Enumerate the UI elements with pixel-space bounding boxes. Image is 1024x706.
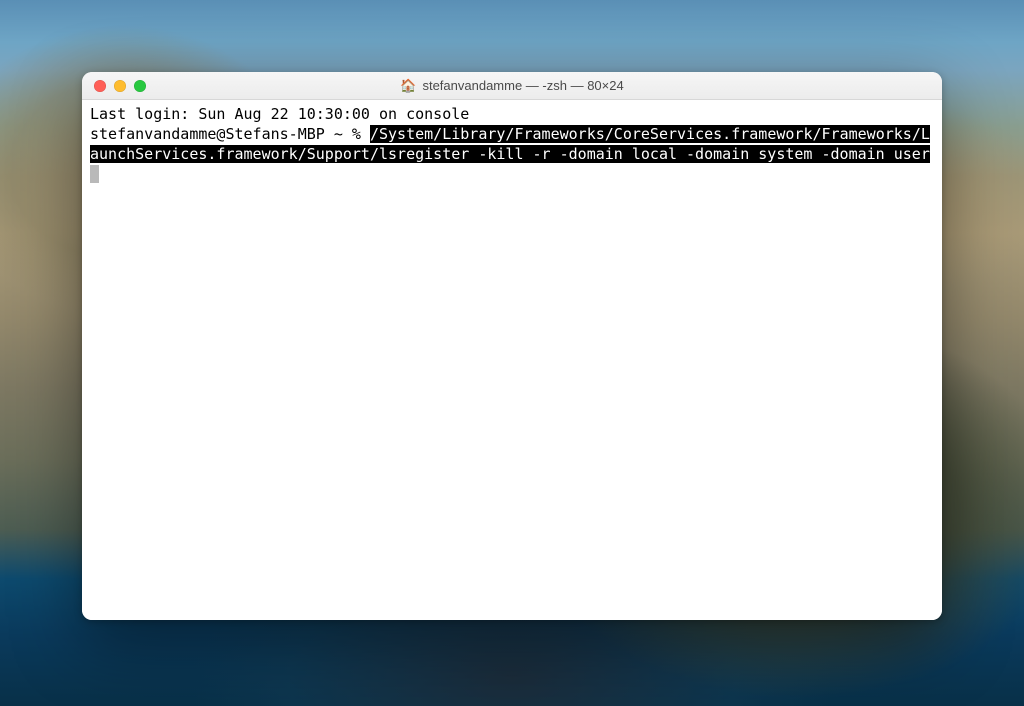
shell-prompt: stefanvandamme@Stefans-MBP ~ %	[90, 125, 370, 143]
zoom-button[interactable]	[134, 80, 146, 92]
window-titlebar[interactable]: 🏠 stefanvandamme — -zsh — 80×24	[82, 72, 942, 100]
close-button[interactable]	[94, 80, 106, 92]
text-cursor	[90, 165, 99, 183]
terminal-window: 🏠 stefanvandamme — -zsh — 80×24 Last log…	[82, 72, 942, 620]
window-title-text: stefanvandamme — -zsh — 80×24	[422, 78, 623, 93]
traffic-lights	[82, 80, 146, 92]
terminal-content[interactable]: Last login: Sun Aug 22 10:30:00 on conso…	[82, 100, 942, 620]
last-login-line: Last login: Sun Aug 22 10:30:00 on conso…	[90, 105, 469, 123]
home-icon: 🏠	[400, 79, 416, 92]
window-title: 🏠 stefanvandamme — -zsh — 80×24	[82, 78, 942, 93]
minimize-button[interactable]	[114, 80, 126, 92]
